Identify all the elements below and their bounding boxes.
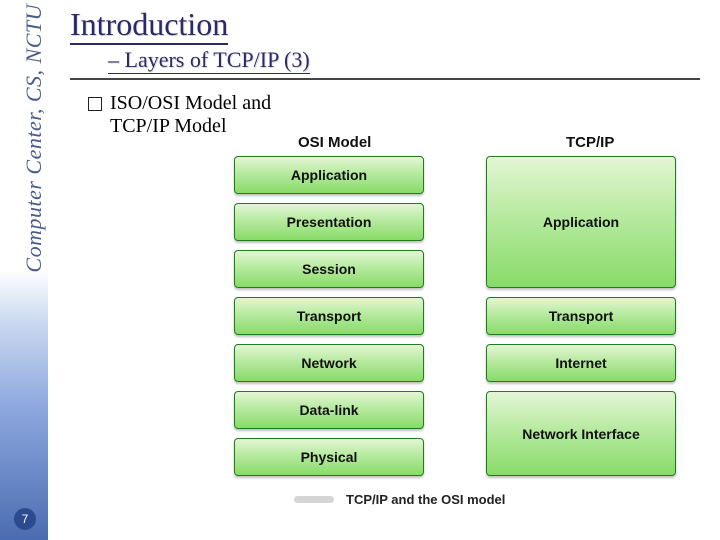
divider bbox=[70, 78, 700, 80]
tcp-stack: Application Transport Internet Network I… bbox=[486, 156, 676, 485]
osi-stack: Application Presentation Session Transpo… bbox=[234, 156, 424, 485]
osi-layer: Application bbox=[234, 156, 424, 194]
tcp-heading: TCP/IP bbox=[566, 134, 614, 151]
osi-layer: Physical bbox=[234, 438, 424, 476]
tcp-layer: Transport bbox=[486, 297, 676, 335]
osi-layer: Session bbox=[234, 250, 424, 288]
slide-subtitle: – Layers of TCP/IP (3) bbox=[108, 47, 310, 74]
bullet-line-1: ISO/OSI Model and bbox=[110, 92, 271, 114]
tcp-layer: Application bbox=[486, 156, 676, 288]
bullet-item: ISO/OSI Model and TCP/IP Model bbox=[88, 92, 710, 138]
tcp-layer: Internet bbox=[486, 344, 676, 382]
tcp-layer: Network Interface bbox=[486, 391, 676, 476]
osi-heading: OSI Model bbox=[298, 134, 371, 151]
caption-text: TCP/IP and the OSI model bbox=[346, 492, 505, 507]
bullet-text: ISO/OSI Model and TCP/IP Model bbox=[110, 92, 271, 138]
osi-layer: Transport bbox=[234, 297, 424, 335]
osi-layer: Network bbox=[234, 344, 424, 382]
osi-layer: Presentation bbox=[234, 203, 424, 241]
slide-content: Introduction – Layers of TCP/IP (3) ISO/… bbox=[70, 6, 710, 138]
subtitle-dash: – bbox=[108, 47, 125, 72]
slide-title: Introduction bbox=[70, 6, 228, 45]
bullet-line-2: TCP/IP Model bbox=[110, 115, 227, 137]
page-number-badge: 7 bbox=[14, 508, 36, 530]
sidebar-org-text: Computer Center, CS, NCTU bbox=[21, 4, 47, 273]
subtitle-text: Layers of TCP/IP (3) bbox=[125, 47, 310, 72]
square-bullet-icon bbox=[88, 97, 102, 111]
caption-dash-icon bbox=[294, 496, 334, 503]
sidebar: Computer Center, CS, NCTU bbox=[0, 0, 48, 540]
osi-layer: Data-link bbox=[234, 391, 424, 429]
diagram-caption: TCP/IP and the OSI model bbox=[294, 492, 505, 507]
page-number: 7 bbox=[22, 512, 29, 526]
